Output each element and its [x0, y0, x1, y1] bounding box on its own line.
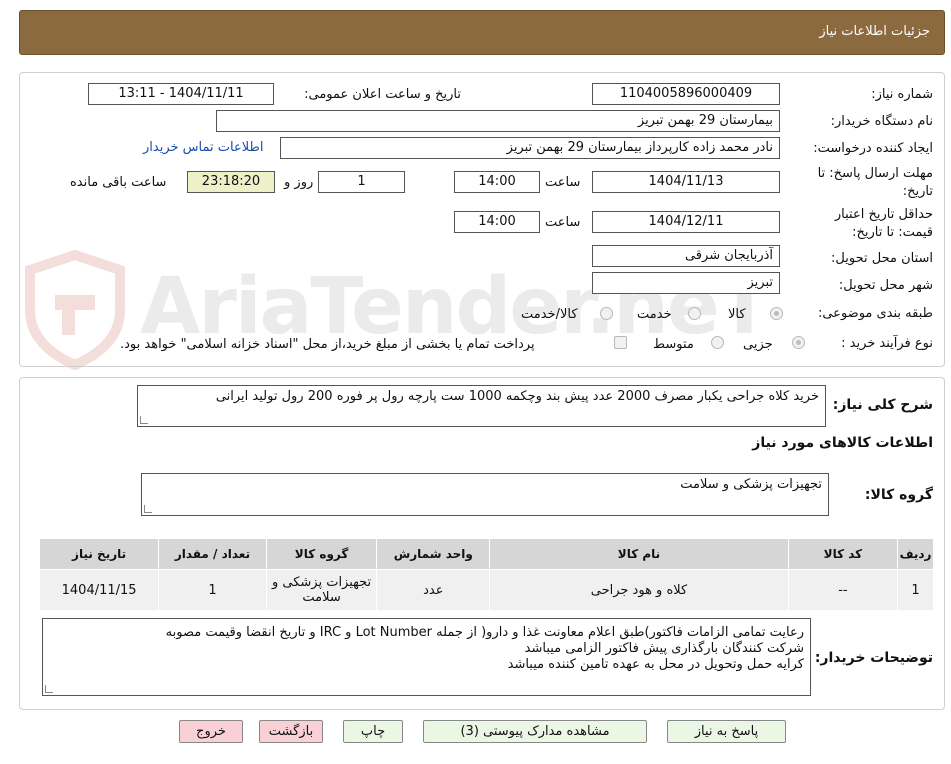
- description-label: شرح کلی نیاز:: [832, 397, 933, 413]
- process-option-minor: جزیی: [743, 337, 773, 352]
- deadline-time-field: 14:00: [454, 171, 540, 193]
- process-radio-medium[interactable]: [711, 336, 724, 349]
- buyer-org-label: نام دستگاه خریدار:: [830, 114, 933, 129]
- category-label: طبقه بندی موضوعی:: [817, 306, 933, 321]
- resize-handle-icon[interactable]: [45, 685, 53, 693]
- deadline-label-2: تاریخ:: [902, 184, 933, 199]
- deadline-date-field: 1404/11/13: [592, 171, 780, 193]
- cell-code: --: [787, 569, 899, 611]
- col-code: کد کالا: [787, 538, 899, 570]
- col-unit: واحد شمارش: [376, 538, 491, 570]
- print-button[interactable]: چاپ: [343, 720, 403, 743]
- resize-handle-icon[interactable]: [144, 505, 152, 513]
- creator-label: ایجاد کننده درخواست:: [813, 141, 933, 156]
- goods-table: ردیف کد کالا نام کالا واحد شمارش گروه کا…: [38, 538, 934, 611]
- validity-time-label: ساعت: [545, 215, 581, 230]
- cell-group: تجهیزات پزشکی و سلامت: [265, 569, 378, 611]
- validity-label-1: حداقل تاریخ اعتبار: [834, 207, 933, 222]
- city-label: شهر محل تحویل:: [838, 278, 933, 293]
- payment-note: پرداخت تمام یا بخشی از مبلغ خرید،از محل …: [120, 337, 535, 352]
- col-name: نام کالا: [489, 538, 789, 570]
- reply-button[interactable]: پاسخ به نیاز: [667, 720, 786, 743]
- contact-buyer-link[interactable]: اطلاعات تماس خریدار: [143, 140, 263, 155]
- need-number-label: شماره نیاز:: [871, 87, 933, 102]
- page-header: جزئیات اطلاعات نیاز: [19, 10, 945, 55]
- col-group: گروه کالا: [265, 538, 378, 570]
- deadline-time-label: ساعت: [545, 175, 581, 190]
- cell-date: 1404/11/15: [38, 569, 160, 611]
- city-field: تبریز: [592, 272, 780, 294]
- col-date: تاریخ نیاز: [38, 538, 160, 570]
- back-button[interactable]: بازگشت: [259, 720, 323, 743]
- buyer-org-field: بیمارستان 29 بهمن تبریز: [216, 110, 780, 132]
- exit-button[interactable]: خروج: [179, 720, 243, 743]
- resize-handle-icon[interactable]: [140, 416, 148, 424]
- page-title: جزئیات اطلاعات نیاز: [819, 24, 930, 39]
- table-row: 1 -- کلاه و هود جراحی عدد تجهیزات پزشکی …: [38, 569, 934, 611]
- buyer-notes-label: توضیحات خریدار:: [814, 650, 933, 666]
- cell-unit: عدد: [376, 569, 491, 611]
- treasury-payment-checkbox[interactable]: [614, 336, 627, 349]
- goods-section-title: اطلاعات کالاهای مورد نیاز: [752, 435, 933, 451]
- category-radio-service[interactable]: [688, 307, 701, 320]
- announce-field: 1404/11/11 - 13:11: [88, 83, 274, 105]
- process-option-medium: متوسط: [653, 337, 694, 352]
- buyer-notes-line-3: کرایه حمل وتحویل در محل به عهده تامین کن…: [507, 657, 804, 672]
- goods-group-label: گروه کالا:: [864, 487, 933, 503]
- cell-row: 1: [897, 569, 934, 611]
- attachments-button[interactable]: مشاهده مدارک پیوستی (3): [423, 720, 647, 743]
- process-radio-minor[interactable]: [792, 336, 805, 349]
- buyer-notes-line-2: شرکت کنندگان بارگذاری پیش فاکتور الزامی …: [524, 641, 804, 656]
- cell-qty: 1: [158, 569, 267, 611]
- announce-label: تاریخ و ساعت اعلان عمومی:: [304, 87, 461, 102]
- category-radio-goods[interactable]: [770, 307, 783, 320]
- category-option-service: خدمت: [637, 307, 672, 322]
- validity-date-field: 1404/12/11: [592, 211, 780, 233]
- remaining-label: ساعت باقی مانده: [70, 175, 167, 190]
- description-text: خرید کلاه جراحی یکبار مصرف 2000 عدد پیش …: [215, 389, 819, 404]
- goods-group-text: تجهیزات پزشکی و سلامت: [680, 477, 822, 492]
- col-row: ردیف: [897, 538, 934, 570]
- days-field: 1: [318, 171, 405, 193]
- cell-name: کلاه و هود جراحی: [489, 569, 789, 611]
- buyer-notes-textarea[interactable]: رعایت تمامی الزامات فاکتور)طبق اعلام معا…: [42, 618, 811, 696]
- deadline-label-1: مهلت ارسال پاسخ: تا: [817, 166, 933, 181]
- need-number-field: 1104005896000409: [592, 83, 780, 105]
- category-radio-goods-service[interactable]: [600, 307, 613, 320]
- province-field: آذربایجان شرقی: [592, 245, 780, 267]
- validity-time-field: 14:00: [454, 211, 540, 233]
- process-label: نوع فرآیند خرید :: [841, 336, 933, 351]
- table-header-row: ردیف کد کالا نام کالا واحد شمارش گروه کا…: [38, 538, 934, 570]
- category-option-goods: کالا: [728, 307, 746, 322]
- validity-label-2: قیمت: تا تاریخ:: [852, 225, 933, 240]
- goods-group-textarea[interactable]: تجهیزات پزشکی و سلامت: [141, 473, 829, 516]
- province-label: استان محل تحویل:: [831, 251, 933, 266]
- days-label: روز و: [284, 175, 314, 190]
- creator-field: نادر محمد زاده کارپرداز بیمارستان 29 بهم…: [280, 137, 780, 159]
- category-option-goods-service: کالا/خدمت: [521, 307, 578, 322]
- buyer-notes-line-1: رعایت تمامی الزامات فاکتور)طبق اعلام معا…: [165, 625, 804, 640]
- col-qty: تعداد / مقدار: [158, 538, 267, 570]
- remaining-time-field: 23:18:20: [187, 171, 275, 193]
- description-textarea[interactable]: خرید کلاه جراحی یکبار مصرف 2000 عدد پیش …: [137, 385, 826, 427]
